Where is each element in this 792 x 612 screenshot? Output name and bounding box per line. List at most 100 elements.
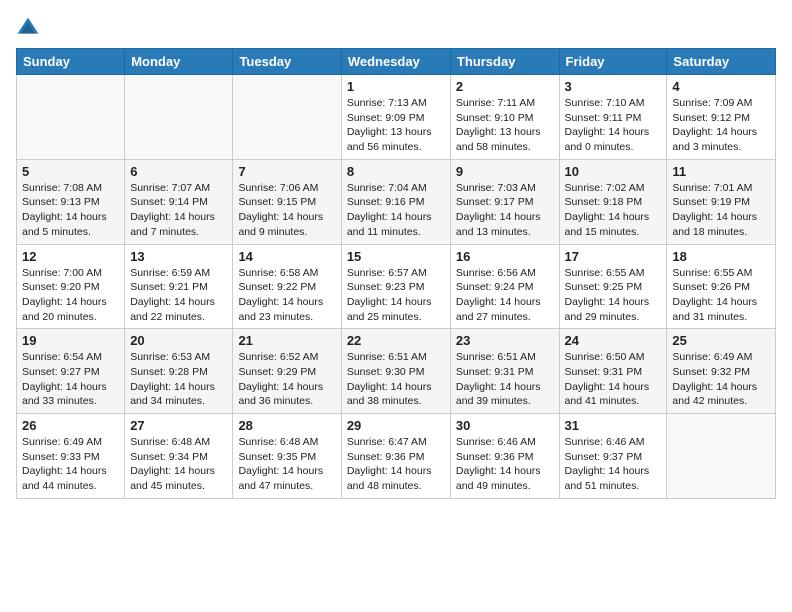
day-number: 14 [238, 249, 335, 264]
calendar-cell: 23 Sunrise: 6:51 AMSunset: 9:31 PMDayligh… [450, 329, 559, 414]
day-number: 28 [238, 418, 335, 433]
day-number: 23 [456, 333, 554, 348]
calendar-cell: 6 Sunrise: 7:07 AMSunset: 9:14 PMDaylight… [125, 159, 233, 244]
day-info: Sunrise: 6:51 AMSunset: 9:31 PMDaylight:… [456, 350, 554, 409]
day-number: 12 [22, 249, 119, 264]
day-info: Sunrise: 7:11 AMSunset: 9:10 PMDaylight:… [456, 96, 554, 155]
day-number: 13 [130, 249, 227, 264]
day-info: Sunrise: 7:08 AMSunset: 9:13 PMDaylight:… [22, 181, 119, 240]
weekday-header-saturday: Saturday [667, 49, 776, 75]
day-info: Sunrise: 7:07 AMSunset: 9:14 PMDaylight:… [130, 181, 227, 240]
calendar-cell: 19 Sunrise: 6:54 AMSunset: 9:27 PMDayligh… [17, 329, 125, 414]
day-number: 4 [672, 79, 770, 94]
day-info: Sunrise: 7:00 AMSunset: 9:20 PMDaylight:… [22, 266, 119, 325]
day-number: 8 [347, 164, 445, 179]
calendar-cell: 3 Sunrise: 7:10 AMSunset: 9:11 PMDaylight… [559, 75, 667, 160]
day-info: Sunrise: 7:04 AMSunset: 9:16 PMDaylight:… [347, 181, 445, 240]
day-number: 3 [565, 79, 662, 94]
day-number: 19 [22, 333, 119, 348]
calendar-cell: 16 Sunrise: 6:56 AMSunset: 9:24 PMDayligh… [450, 244, 559, 329]
day-info: Sunrise: 7:09 AMSunset: 9:12 PMDaylight:… [672, 96, 770, 155]
calendar-cell [17, 75, 125, 160]
day-info: Sunrise: 7:01 AMSunset: 9:19 PMDaylight:… [672, 181, 770, 240]
day-info: Sunrise: 6:48 AMSunset: 9:34 PMDaylight:… [130, 435, 227, 494]
day-info: Sunrise: 6:49 AMSunset: 9:32 PMDaylight:… [672, 350, 770, 409]
day-number: 31 [565, 418, 662, 433]
calendar-cell: 28 Sunrise: 6:48 AMSunset: 9:35 PMDayligh… [233, 414, 341, 499]
weekday-header-sunday: Sunday [17, 49, 125, 75]
day-info: Sunrise: 7:03 AMSunset: 9:17 PMDaylight:… [456, 181, 554, 240]
day-info: Sunrise: 6:52 AMSunset: 9:29 PMDaylight:… [238, 350, 335, 409]
day-info: Sunrise: 6:58 AMSunset: 9:22 PMDaylight:… [238, 266, 335, 325]
calendar-cell: 15 Sunrise: 6:57 AMSunset: 9:23 PMDayligh… [341, 244, 450, 329]
calendar-cell: 11 Sunrise: 7:01 AMSunset: 9:19 PMDayligh… [667, 159, 776, 244]
day-info: Sunrise: 7:10 AMSunset: 9:11 PMDaylight:… [565, 96, 662, 155]
day-number: 18 [672, 249, 770, 264]
day-number: 11 [672, 164, 770, 179]
calendar-cell: 9 Sunrise: 7:03 AMSunset: 9:17 PMDaylight… [450, 159, 559, 244]
day-info: Sunrise: 7:06 AMSunset: 9:15 PMDaylight:… [238, 181, 335, 240]
calendar-cell: 13Sunrise: 6:59 AMSunset: 9:21 PMDayligh… [125, 244, 233, 329]
day-info: Sunrise: 6:51 AMSunset: 9:30 PMDaylight:… [347, 350, 445, 409]
day-info: Sunrise: 6:49 AMSunset: 9:33 PMDaylight:… [22, 435, 119, 494]
calendar-table: SundayMondayTuesdayWednesdayThursdayFrid… [16, 48, 776, 499]
day-number: 9 [456, 164, 554, 179]
calendar-cell: 1 Sunrise: 7:13 AMSunset: 9:09 PMDaylight… [341, 75, 450, 160]
calendar-cell: 26 Sunrise: 6:49 AMSunset: 9:33 PMDayligh… [17, 414, 125, 499]
weekday-header-tuesday: Tuesday [233, 49, 341, 75]
weekday-header-thursday: Thursday [450, 49, 559, 75]
day-info: Sunrise: 6:47 AMSunset: 9:36 PMDaylight:… [347, 435, 445, 494]
calendar-cell: 21 Sunrise: 6:52 AMSunset: 9:29 PMDayligh… [233, 329, 341, 414]
day-number: 30 [456, 418, 554, 433]
day-info: Sunrise: 6:56 AMSunset: 9:24 PMDaylight:… [456, 266, 554, 325]
day-number: 10 [565, 164, 662, 179]
day-info: Sunrise: 7:02 AMSunset: 9:18 PMDaylight:… [565, 181, 662, 240]
calendar-cell: 27Sunrise: 6:48 AMSunset: 9:34 PMDayligh… [125, 414, 233, 499]
day-number: 20 [130, 333, 227, 348]
calendar-cell: 24 Sunrise: 6:50 AMSunset: 9:31 PMDayligh… [559, 329, 667, 414]
calendar-cell [125, 75, 233, 160]
calendar-cell: 25 Sunrise: 6:49 AMSunset: 9:32 PMDayligh… [667, 329, 776, 414]
day-info: Sunrise: 6:48 AMSunset: 9:35 PMDaylight:… [238, 435, 335, 494]
calendar-cell: 18 Sunrise: 6:55 AMSunset: 9:26 PMDayligh… [667, 244, 776, 329]
calendar-cell: 14 Sunrise: 6:58 AMSunset: 9:22 PMDayligh… [233, 244, 341, 329]
calendar-cell [667, 414, 776, 499]
weekday-header-friday: Friday [559, 49, 667, 75]
calendar-cell: 8 Sunrise: 7:04 AMSunset: 9:16 PMDaylight… [341, 159, 450, 244]
day-info: Sunrise: 6:53 AMSunset: 9:28 PMDaylight:… [130, 350, 227, 409]
calendar-cell: 29Sunrise: 6:47 AMSunset: 9:36 PMDayligh… [341, 414, 450, 499]
weekday-header-row: SundayMondayTuesdayWednesdayThursdayFrid… [17, 49, 776, 75]
day-number: 6 [130, 164, 227, 179]
day-number: 24 [565, 333, 662, 348]
day-info: Sunrise: 6:50 AMSunset: 9:31 PMDaylight:… [565, 350, 662, 409]
day-number: 26 [22, 418, 119, 433]
calendar-cell: 12 Sunrise: 7:00 AMSunset: 9:20 PMDayligh… [17, 244, 125, 329]
weekday-header-wednesday: Wednesday [341, 49, 450, 75]
day-number: 25 [672, 333, 770, 348]
calendar-cell: 20 Sunrise: 6:53 AMSunset: 9:28 PMDayligh… [125, 329, 233, 414]
calendar-week-5: 26 Sunrise: 6:49 AMSunset: 9:33 PMDayligh… [17, 414, 776, 499]
calendar-cell: 10 Sunrise: 7:02 AMSunset: 9:18 PMDayligh… [559, 159, 667, 244]
day-info: Sunrise: 6:57 AMSunset: 9:23 PMDaylight:… [347, 266, 445, 325]
calendar-week-1: 1 Sunrise: 7:13 AMSunset: 9:09 PMDaylight… [17, 75, 776, 160]
day-number: 15 [347, 249, 445, 264]
calendar-cell [233, 75, 341, 160]
day-info: Sunrise: 7:13 AMSunset: 9:09 PMDaylight:… [347, 96, 445, 155]
calendar-cell: 17 Sunrise: 6:55 AMSunset: 9:25 PMDayligh… [559, 244, 667, 329]
day-number: 21 [238, 333, 335, 348]
day-info: Sunrise: 6:54 AMSunset: 9:27 PMDaylight:… [22, 350, 119, 409]
page-header [16, 16, 776, 40]
day-number: 17 [565, 249, 662, 264]
logo [16, 16, 44, 40]
day-info: Sunrise: 6:46 AMSunset: 9:36 PMDaylight:… [456, 435, 554, 494]
day-number: 7 [238, 164, 335, 179]
calendar-cell: 2Sunrise: 7:11 AMSunset: 9:10 PMDaylight… [450, 75, 559, 160]
calendar-cell: 30 Sunrise: 6:46 AMSunset: 9:36 PMDayligh… [450, 414, 559, 499]
day-number: 1 [347, 79, 445, 94]
day-info: Sunrise: 6:55 AMSunset: 9:26 PMDaylight:… [672, 266, 770, 325]
day-number: 16 [456, 249, 554, 264]
logo-icon [16, 16, 40, 40]
day-number: 22 [347, 333, 445, 348]
calendar-cell: 31Sunrise: 6:46 AMSunset: 9:37 PMDayligh… [559, 414, 667, 499]
day-info: Sunrise: 6:55 AMSunset: 9:25 PMDaylight:… [565, 266, 662, 325]
